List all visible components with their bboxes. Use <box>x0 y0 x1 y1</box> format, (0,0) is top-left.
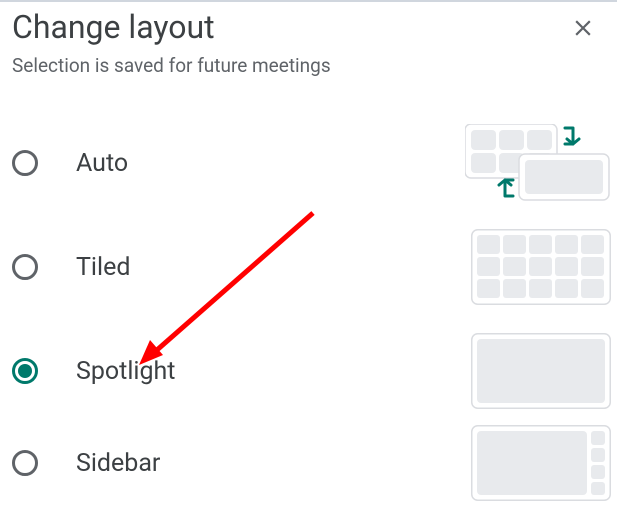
radio-sidebar[interactable] <box>12 450 38 476</box>
option-label-auto: Auto <box>76 149 465 178</box>
close-button[interactable] <box>563 10 603 50</box>
close-icon <box>570 15 596 45</box>
radio-spotlight[interactable] <box>12 358 38 384</box>
option-label-tiled: Tiled <box>76 253 471 282</box>
thumbnail-sidebar-icon <box>471 425 611 501</box>
layout-option-auto[interactable]: Auto <box>0 111 617 215</box>
thumbnail-tiled-icon <box>471 229 611 305</box>
radio-auto[interactable] <box>12 150 38 176</box>
layout-option-sidebar[interactable]: Sidebar <box>0 423 617 503</box>
dialog-title: Change layout <box>12 8 215 46</box>
thumbnail-auto-icon <box>465 124 611 202</box>
layout-option-tiled[interactable]: Tiled <box>0 215 617 319</box>
dialog-subtitle: Selection is saved for future meetings <box>12 54 617 77</box>
option-label-spotlight: Spotlight <box>76 357 471 386</box>
thumbnail-spotlight-icon <box>471 333 611 409</box>
option-label-sidebar: Sidebar <box>76 449 471 478</box>
layout-options: Auto Tiled <box>0 111 617 503</box>
layout-option-spotlight[interactable]: Spotlight <box>0 319 617 423</box>
radio-tiled[interactable] <box>12 254 38 280</box>
